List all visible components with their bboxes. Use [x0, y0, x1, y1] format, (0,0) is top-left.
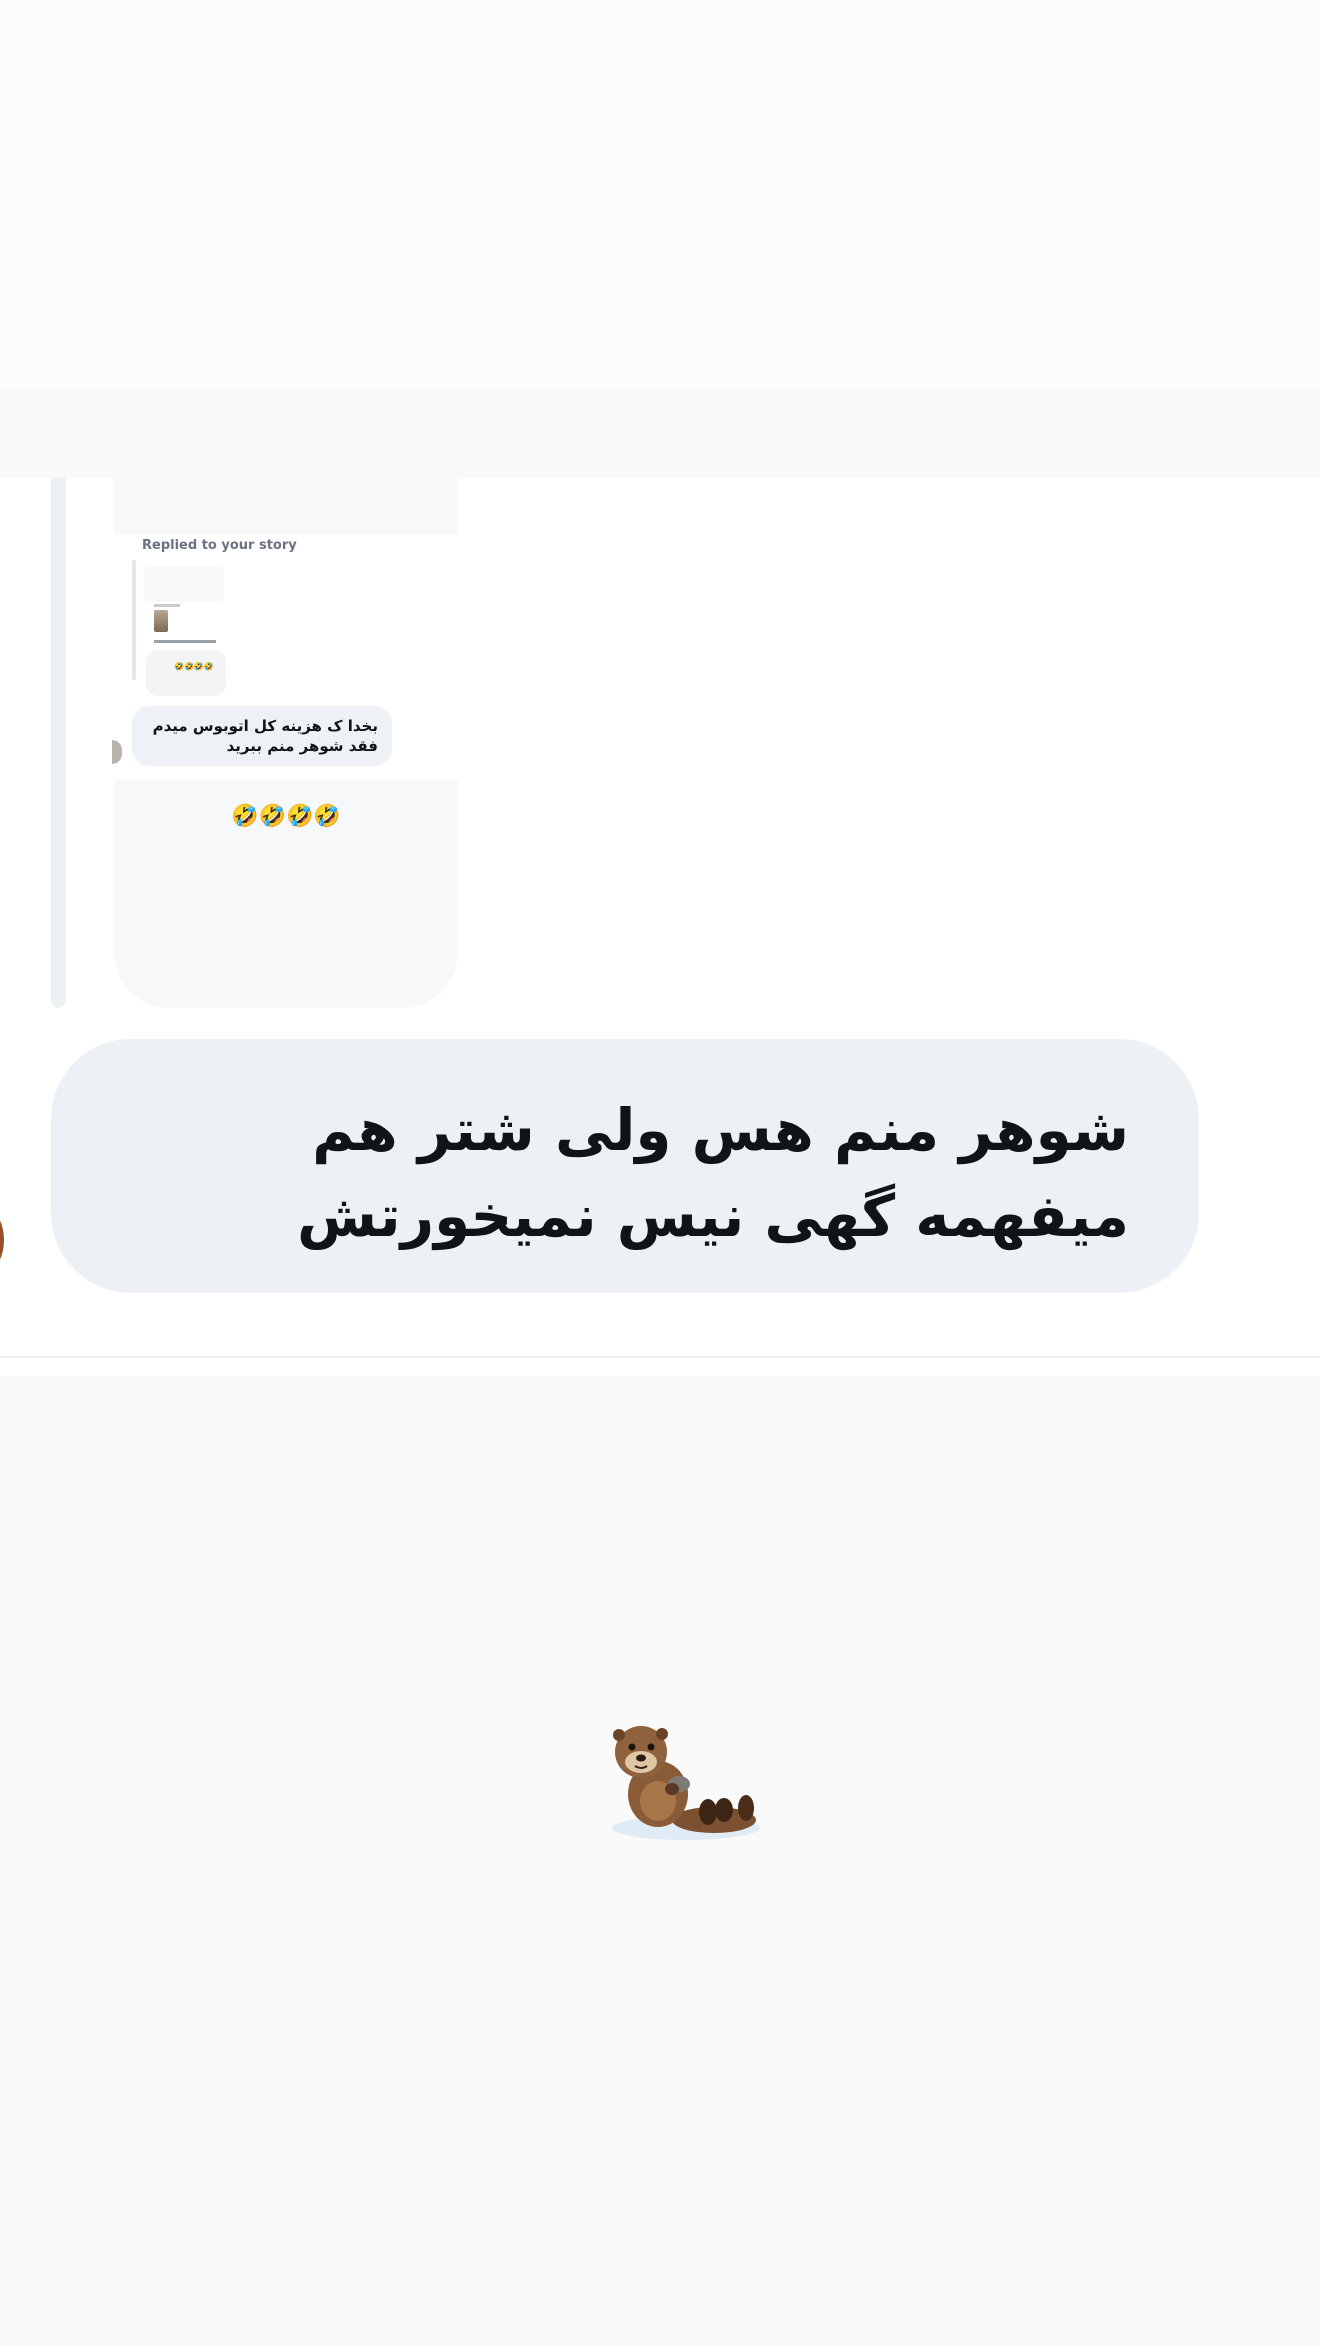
top-empty-area	[0, 0, 1320, 388]
divider	[0, 1356, 1320, 1358]
nested-quote-bar	[132, 560, 136, 680]
nested-emoji-bubble: 🤣🤣🤣🤣	[146, 650, 226, 696]
replied-to-story-label: Replied to your story	[142, 538, 297, 553]
message-bubble-main[interactable]: شوهر منم هس ولی شتر هم میفهمه گهی نیس نم…	[51, 1039, 1199, 1293]
header-strip	[0, 388, 1320, 478]
avatar[interactable]	[0, 1210, 4, 1270]
sticker-area	[0, 1376, 1320, 2346]
nested-story-preview	[144, 566, 224, 602]
nested-emoji-text: 🤣🤣🤣🤣	[174, 662, 214, 671]
nested-story-thumbnail[interactable]	[154, 610, 168, 632]
nested-story-text	[154, 604, 180, 607]
story-reply-screen: Replied to your story 🤣🤣🤣🤣 بخدا ک هزینه …	[0, 0, 1320, 2346]
emoji-reaction-text: 🤣🤣🤣🤣	[231, 804, 341, 829]
message-bubble-small[interactable]: بخدا ک هزینه کل اتوبوس میدم فقد شوهر منم…	[132, 706, 392, 766]
quote-indicator-bar	[51, 478, 66, 1008]
quoted-story-header	[114, 478, 458, 534]
nested-story-caption	[154, 640, 216, 643]
emoji-reaction-card[interactable]: 🤣🤣🤣🤣	[114, 780, 458, 1008]
sea-otter-icon[interactable]	[606, 1716, 762, 1846]
nested-story-content	[154, 604, 234, 646]
